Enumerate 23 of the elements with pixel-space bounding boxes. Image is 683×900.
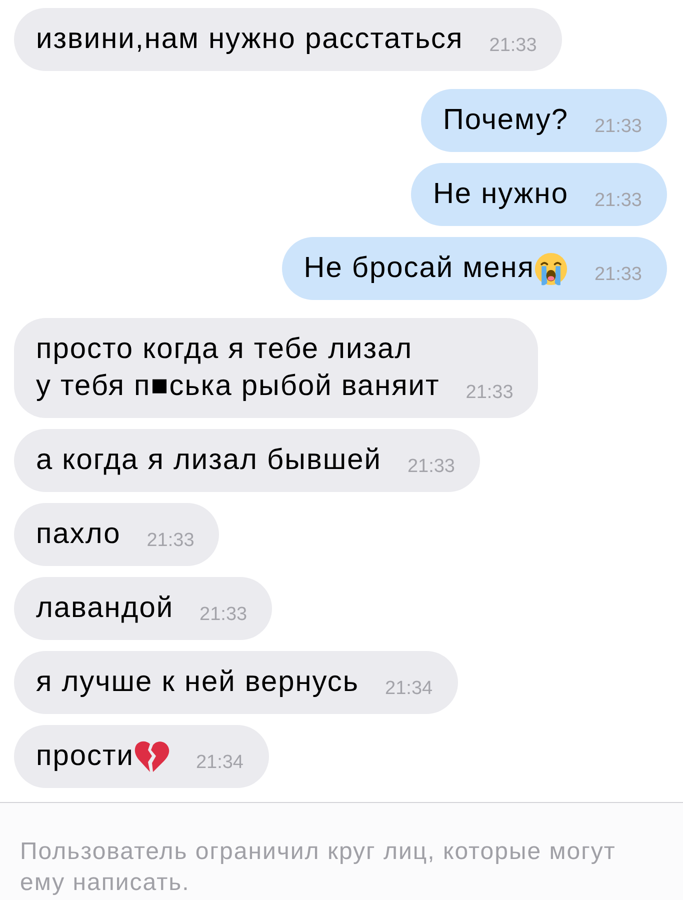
timestamp: 21:34	[196, 751, 244, 775]
message-text: а когда я лизал бывшей	[36, 443, 382, 478]
crying-face-emoji-icon	[534, 252, 568, 286]
timestamp: 21:33	[594, 115, 642, 139]
message-text: Не бросай меня	[304, 251, 534, 286]
timestamp: 21:33	[489, 34, 537, 58]
message-text: я лучше к ней вернусь	[36, 665, 360, 700]
timestamp: 21:33	[466, 381, 514, 405]
timestamp: 21:33	[594, 189, 642, 213]
timestamp: 21:33	[594, 263, 642, 287]
message-text: прости	[36, 739, 134, 774]
restriction-notice: Пользователь ограничил круг лиц, которые могут ему написать.	[20, 837, 617, 898]
message-text: Почему?	[442, 103, 568, 138]
timestamp: 21:33	[200, 603, 248, 627]
message-text: лавандой	[36, 591, 174, 626]
message-text: Не нужно	[432, 177, 568, 212]
broken-heart-emoji-icon	[134, 740, 170, 773]
timestamp: 21:34	[385, 677, 433, 701]
timestamp: 21:33	[407, 455, 455, 479]
message-text: пахло	[36, 517, 121, 552]
message-text: просто когда я тебе лизал у тебя п■ська рыбой ваняит	[36, 332, 440, 404]
timestamp: 21:33	[146, 529, 194, 553]
message-text: извини,нам нужно расстаться	[36, 22, 464, 57]
